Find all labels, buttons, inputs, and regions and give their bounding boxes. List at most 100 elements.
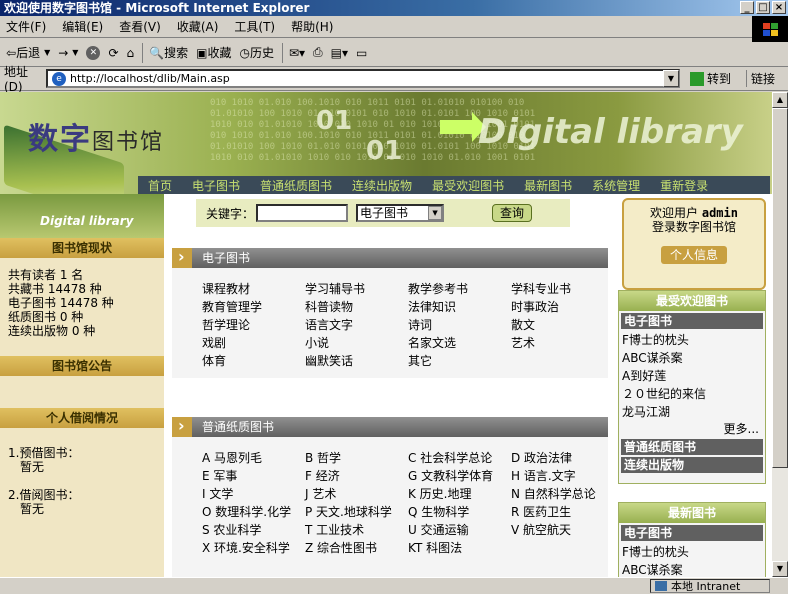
history-button[interactable]: ◷ 历史 (239, 44, 274, 61)
address-input[interactable]: e http://localhost/dlib/Main.asp ▼ (46, 69, 680, 88)
links-button[interactable]: 链接 (746, 70, 775, 87)
close-button[interactable]: × (772, 1, 786, 14)
nav-home[interactable]: 首页 (148, 177, 172, 194)
ebook-category-link[interactable]: 哲学理论 (202, 318, 305, 333)
ie-page-icon: e (52, 71, 66, 86)
back-button[interactable]: ⇦ 后退 ▼ (6, 44, 50, 61)
ebook-category-link[interactable]: 教学参考书 (408, 282, 511, 297)
menu-favorites[interactable]: 收藏(A) (177, 18, 219, 35)
paper-books-section-title: 普通纸质图书 (172, 416, 608, 437)
home-button[interactable]: ⌂ (127, 46, 135, 60)
paper-category-link[interactable]: V 航空航天 (511, 523, 614, 538)
banner-number: 01 (366, 136, 403, 166)
paper-category-link[interactable]: F 经济 (305, 469, 408, 484)
ebook-category-link[interactable]: 法律知识 (408, 300, 511, 315)
paper-category-link[interactable]: K 历史.地理 (408, 487, 511, 502)
paper-category-link[interactable]: Q 生物科学 (408, 505, 511, 520)
paper-category-link[interactable]: KT 科图法 (408, 541, 511, 556)
address-dropdown-button[interactable]: ▼ (663, 70, 679, 87)
ebook-category-link[interactable]: 学科专业书 (511, 282, 614, 297)
popular-paper-subheading[interactable]: 普通纸质图书 (621, 439, 763, 455)
ebook-category-link[interactable]: 艺术 (511, 336, 614, 351)
ebook-category-link[interactable]: 课程教材 (202, 282, 305, 297)
nav-relogin[interactable]: 重新登录 (660, 177, 708, 194)
refresh-icon: ⟳ (108, 45, 119, 60)
newest-book-link[interactable]: ABC谋杀案 (619, 561, 765, 577)
paper-category-link[interactable]: J 艺术 (305, 487, 408, 502)
query-button[interactable]: 查询 (492, 204, 533, 222)
nav-popular[interactable]: 最受欢迎图书 (432, 177, 504, 194)
print-button[interactable]: ⎙ (313, 45, 323, 60)
ebook-category-link[interactable]: 语言文字 (305, 318, 408, 333)
minimize-button[interactable]: _ (740, 1, 754, 14)
paper-category-link[interactable]: D 政治法律 (511, 451, 614, 466)
nav-paper-books[interactable]: 普通纸质图书 (260, 177, 332, 194)
paper-category-link[interactable]: X 环境.安全科学 (202, 541, 305, 556)
more-link[interactable]: 更多... (619, 421, 765, 437)
menu-file[interactable]: 文件(F) (6, 18, 46, 35)
edit-button[interactable]: ▤▾ (331, 46, 348, 60)
refresh-button[interactable]: ⟳ (108, 46, 118, 60)
popular-book-link[interactable]: A到好莲 (619, 367, 765, 385)
ebook-category-link[interactable]: 时事政治 (511, 300, 614, 315)
ebook-category-link[interactable]: 诗词 (408, 318, 511, 333)
scroll-thumb[interactable] (772, 108, 788, 468)
paper-category-link[interactable]: U 交通运输 (408, 523, 511, 538)
favorites-button[interactable]: ▣ 收藏 (196, 44, 231, 61)
paper-category-link[interactable]: N 自然科学总论 (511, 487, 614, 502)
paper-category-link[interactable]: G 文教科学体育 (408, 469, 511, 484)
paper-category-link[interactable]: E 军事 (202, 469, 305, 484)
paper-category-link[interactable]: I 文学 (202, 487, 305, 502)
paper-category-link[interactable]: Z 综合性图书 (305, 541, 408, 556)
keyword-input[interactable] (256, 204, 349, 222)
paper-category-link[interactable]: O 数理科学.化学 (202, 505, 305, 520)
discuss-button[interactable]: ▭ (356, 46, 367, 60)
paper-category-link[interactable]: H 语言.文字 (511, 469, 614, 484)
ebook-category-link[interactable]: 散文 (511, 318, 614, 333)
nav-serials[interactable]: 连续出版物 (352, 177, 412, 194)
vertical-scrollbar[interactable]: ▲ ▼ (772, 92, 788, 577)
paper-category-link[interactable]: S 农业科学 (202, 523, 305, 538)
main-nav: 首页 电子图书 普通纸质图书 连续出版物 最受欢迎图书 最新图书 系统管理 重新… (138, 176, 770, 194)
ebook-category-link[interactable]: 名家文选 (408, 336, 511, 351)
popular-book-link[interactable]: 龙马江湖 (619, 403, 765, 421)
forward-button[interactable]: → ▼ (58, 46, 78, 60)
maximize-button[interactable]: □ (756, 1, 770, 14)
search-button[interactable]: 🔍 搜索 (149, 44, 188, 61)
paper-category-link[interactable]: R 医药卫生 (511, 505, 614, 520)
popular-book-link[interactable]: ２０世纪的来信 (619, 385, 765, 403)
newest-book-link[interactable]: F博士的枕头 (619, 543, 765, 561)
paper-category-link[interactable]: A 马恩列毛 (202, 451, 305, 466)
menu-tools[interactable]: 工具(T) (234, 18, 275, 35)
ebook-category-link[interactable]: 科普读物 (305, 300, 408, 315)
popular-book-link[interactable]: ABC谋杀案 (619, 349, 765, 367)
nav-admin[interactable]: 系统管理 (592, 177, 640, 194)
ebook-category-link[interactable]: 体育 (202, 354, 305, 369)
paper-category-link[interactable]: P 天文.地球科学 (305, 505, 408, 520)
ebook-category-link[interactable]: 戏剧 (202, 336, 305, 351)
ebook-category-link[interactable]: 学习辅导书 (305, 282, 408, 297)
category-select[interactable]: 电子图书 ▼ (356, 204, 445, 222)
menu-help[interactable]: 帮助(H) (291, 18, 333, 35)
scroll-down-button[interactable]: ▼ (772, 561, 788, 577)
nav-newest[interactable]: 最新图书 (524, 177, 572, 194)
paper-category-link[interactable]: T 工业技术 (305, 523, 408, 538)
personal-info-button[interactable]: 个人信息 (661, 246, 727, 264)
go-button[interactable]: 转到 (690, 70, 731, 87)
menu-view[interactable]: 查看(V) (119, 18, 161, 35)
scroll-up-button[interactable]: ▲ (772, 92, 788, 108)
nav-ebooks[interactable]: 电子图书 (192, 177, 240, 194)
ebook-category-link[interactable]: 教育管理学 (202, 300, 305, 315)
ebook-category-link[interactable]: 其它 (408, 354, 511, 369)
stop-button[interactable]: ✕ (86, 45, 101, 60)
chevron-down-icon: ▼ (44, 48, 51, 57)
ebook-category-link[interactable]: 幽默笑话 (305, 354, 408, 369)
popular-serials-subheading[interactable]: 连续出版物 (621, 457, 763, 473)
mail-button[interactable]: ✉▾ (289, 46, 305, 60)
paper-category-link[interactable]: B 哲学 (305, 451, 408, 466)
popular-book-link[interactable]: F博士的枕头 (619, 331, 765, 349)
menu-edit[interactable]: 编辑(E) (62, 18, 103, 35)
username: admin (701, 206, 738, 220)
ebook-category-link[interactable]: 小说 (305, 336, 408, 351)
paper-category-link[interactable]: C 社会科学总论 (408, 451, 511, 466)
